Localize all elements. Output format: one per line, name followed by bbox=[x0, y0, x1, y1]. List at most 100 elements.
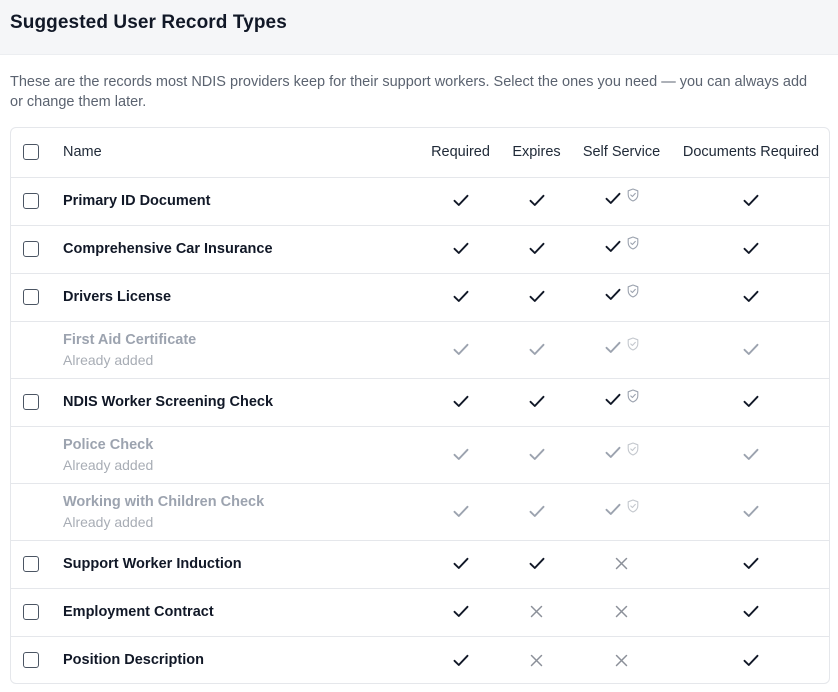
row-select-checkbox[interactable] bbox=[23, 193, 39, 209]
row-required-cell bbox=[418, 378, 503, 426]
table-row[interactable]: Comprehensive Car Insurance bbox=[11, 225, 829, 273]
check-icon bbox=[453, 242, 469, 255]
record-type-name: NDIS Worker Screening Check bbox=[63, 394, 274, 410]
table-row: Working with Children Check Already added bbox=[11, 483, 829, 540]
row-self-service-cell bbox=[570, 321, 673, 378]
row-name-cell: Employment Contract bbox=[63, 588, 418, 636]
shield-check-icon bbox=[627, 498, 639, 513]
header-documents-required: Documents Required bbox=[682, 144, 820, 161]
row-self-service-cell bbox=[570, 483, 673, 540]
row-name-cell: Primary ID Document bbox=[63, 177, 418, 225]
row-expires-cell bbox=[503, 273, 570, 321]
header-required: Required bbox=[431, 144, 490, 161]
row-expires-cell bbox=[503, 540, 570, 588]
table-row[interactable]: Employment Contract bbox=[11, 588, 829, 636]
row-documents-required-cell bbox=[673, 483, 829, 540]
row-select-cell bbox=[11, 273, 63, 321]
row-name-cell: First Aid Certificate Already added bbox=[63, 321, 418, 378]
row-documents-required-cell bbox=[673, 540, 829, 588]
row-select-checkbox[interactable] bbox=[23, 556, 39, 572]
row-self-service-cell bbox=[570, 636, 673, 683]
row-name-cell: Support Worker Induction bbox=[63, 540, 418, 588]
row-expires-cell bbox=[503, 177, 570, 225]
check-icon bbox=[529, 448, 545, 461]
table-row: First Aid Certificate Already added bbox=[11, 321, 829, 378]
table-row[interactable]: Position Description bbox=[11, 636, 829, 683]
cross-icon bbox=[615, 557, 628, 570]
row-select-cell bbox=[11, 426, 63, 483]
check-icon bbox=[743, 448, 759, 461]
check-icon bbox=[453, 194, 469, 207]
cross-icon bbox=[530, 605, 543, 618]
check-icon bbox=[743, 557, 759, 570]
row-name-cell: Comprehensive Car Insurance bbox=[63, 225, 418, 273]
check-icon bbox=[453, 654, 469, 667]
row-required-cell bbox=[418, 177, 503, 225]
row-self-service-cell bbox=[570, 426, 673, 483]
check-icon bbox=[605, 503, 621, 516]
row-documents-required-cell bbox=[673, 273, 829, 321]
page-title: Suggested User Record Types bbox=[10, 12, 287, 33]
row-select-cell bbox=[11, 636, 63, 683]
check-icon bbox=[605, 393, 621, 406]
record-type-name: Support Worker Induction bbox=[63, 556, 242, 572]
cross-icon bbox=[615, 654, 628, 667]
row-name-cell: Police Check Already added bbox=[63, 426, 418, 483]
row-expires-cell bbox=[503, 378, 570, 426]
row-required-cell bbox=[418, 588, 503, 636]
row-select-checkbox[interactable] bbox=[23, 604, 39, 620]
row-select-checkbox[interactable] bbox=[23, 241, 39, 257]
header-expires: Expires bbox=[512, 144, 561, 161]
row-self-service-cell bbox=[570, 378, 673, 426]
table-row[interactable]: Drivers License bbox=[11, 273, 829, 321]
check-icon bbox=[453, 557, 469, 570]
row-select-cell bbox=[11, 483, 63, 540]
check-icon bbox=[743, 505, 759, 518]
row-required-cell bbox=[418, 483, 503, 540]
check-icon bbox=[743, 395, 759, 408]
select-all-checkbox[interactable] bbox=[23, 144, 39, 161]
row-self-service-cell bbox=[570, 273, 673, 321]
table-row: Police Check Already added bbox=[11, 426, 829, 483]
row-required-cell bbox=[418, 636, 503, 683]
record-type-name: First Aid Certificate bbox=[63, 331, 197, 348]
row-expires-cell bbox=[503, 483, 570, 540]
cross-icon bbox=[615, 605, 628, 618]
check-icon bbox=[453, 343, 469, 356]
table-row[interactable]: Primary ID Document bbox=[11, 177, 829, 225]
row-required-cell bbox=[418, 426, 503, 483]
check-icon bbox=[743, 290, 759, 303]
row-required-cell bbox=[418, 321, 503, 378]
row-select-cell bbox=[11, 540, 63, 588]
cross-icon bbox=[530, 654, 543, 667]
row-documents-required-cell bbox=[673, 636, 829, 683]
check-icon bbox=[453, 505, 469, 518]
check-icon bbox=[453, 395, 469, 408]
check-icon bbox=[605, 446, 621, 459]
row-select-cell bbox=[11, 225, 63, 273]
row-select-checkbox[interactable] bbox=[23, 652, 39, 669]
check-icon bbox=[529, 557, 545, 570]
already-added-label: Already added bbox=[63, 456, 154, 473]
row-required-cell bbox=[418, 273, 503, 321]
table-header-row: Name Required Expires Self Service Docum… bbox=[11, 128, 829, 177]
check-icon bbox=[743, 242, 759, 255]
table-row[interactable]: NDIS Worker Screening Check bbox=[11, 378, 829, 426]
row-select-checkbox[interactable] bbox=[23, 394, 39, 410]
check-icon bbox=[743, 343, 759, 356]
intro-text: These are the records most NDIS provider… bbox=[10, 74, 808, 110]
check-icon bbox=[743, 194, 759, 207]
check-icon bbox=[453, 448, 469, 461]
shield-check-icon bbox=[627, 389, 639, 403]
row-expires-cell bbox=[503, 426, 570, 483]
row-required-cell bbox=[418, 225, 503, 273]
row-name-cell: Position Description bbox=[63, 636, 418, 683]
check-icon bbox=[529, 505, 545, 518]
table-row[interactable]: Support Worker Induction bbox=[11, 540, 829, 588]
row-select-checkbox[interactable] bbox=[23, 289, 39, 305]
shield-check-icon bbox=[627, 441, 639, 456]
check-icon bbox=[605, 192, 621, 205]
check-icon bbox=[605, 341, 621, 354]
shield-check-icon bbox=[627, 284, 639, 298]
check-icon bbox=[453, 605, 469, 618]
